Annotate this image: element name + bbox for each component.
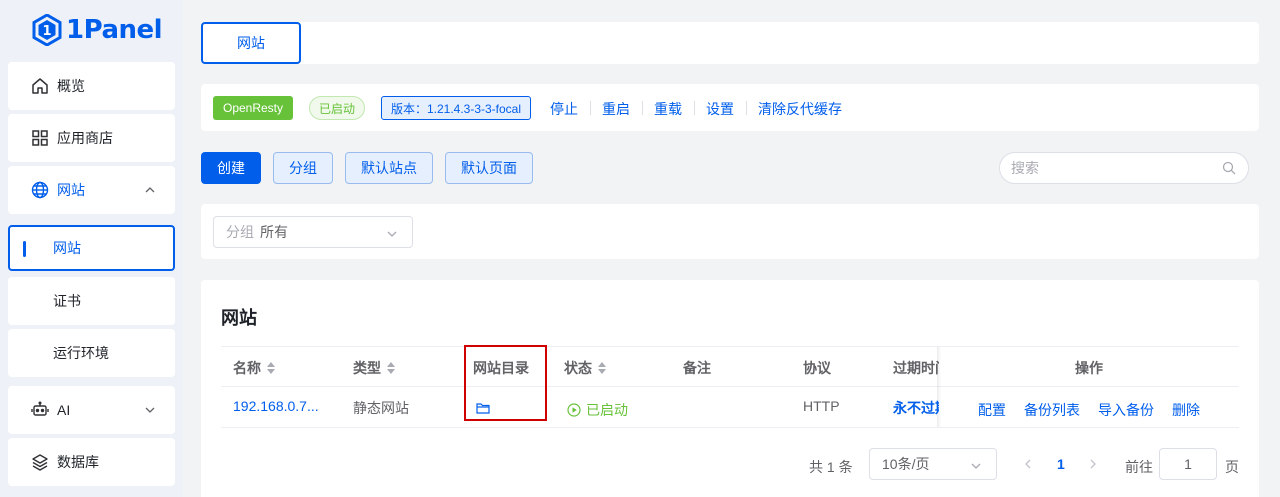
app-tag: OpenResty: [213, 96, 293, 120]
site-status[interactable]: 已启动: [567, 400, 628, 420]
version-tag: 版本：1.21.4.3-3-3-focal: [381, 96, 531, 120]
column-header-expire: 过期时间: [893, 360, 939, 376]
column-label: 类型: [353, 360, 381, 376]
chevron-down-icon: [386, 227, 398, 243]
goto-label: 前往: [1125, 459, 1153, 475]
active-indicator: [23, 241, 26, 257]
chevron-down-icon: [145, 402, 155, 418]
sidebar-item-label: 概览: [57, 78, 85, 94]
chevron-left-icon: [1025, 459, 1031, 469]
logo-icon: 1: [32, 14, 62, 46]
goto-page-input[interactable]: 1: [1159, 448, 1217, 480]
sidebar-item-label: 数据库: [57, 454, 99, 470]
sidebar-item-websites[interactable]: 网站: [8, 166, 175, 214]
site-type: 静态网站: [353, 400, 409, 416]
page-size-select[interactable]: 10条/页: [869, 448, 997, 480]
globe-icon: [31, 181, 49, 199]
divider: [221, 427, 1239, 428]
column-header-actions: 操作: [1075, 360, 1103, 376]
stop-button[interactable]: 停止: [550, 99, 578, 119]
reload-button[interactable]: 重载: [654, 99, 682, 119]
divider: [642, 101, 643, 115]
svg-text:1: 1: [42, 24, 51, 39]
divider: [590, 101, 591, 115]
import-backup-button[interactable]: 导入备份: [1098, 400, 1154, 420]
column-header-status[interactable]: 状态: [564, 358, 606, 378]
robot-icon: [31, 401, 49, 419]
sidebar: 1 1Panel 概览 应用商店 网站 网站 证书 运行环境 AI 数据库: [0, 0, 183, 497]
settings-button[interactable]: 设置: [706, 99, 734, 119]
sidebar-item-label: 证书: [53, 293, 81, 309]
default-site-button[interactable]: 默认站点: [345, 152, 433, 184]
divider: [221, 346, 1239, 347]
goto-suffix: 页: [1225, 459, 1239, 475]
sort-icon[interactable]: [387, 362, 395, 374]
column-header-name[interactable]: 名称: [233, 358, 275, 378]
search-input[interactable]: 搜索: [999, 152, 1249, 184]
search-icon[interactable]: [1222, 161, 1236, 178]
status-label: 已启动: [586, 402, 628, 418]
sidebar-item-ai[interactable]: AI: [8, 386, 175, 434]
highlight-box: [464, 345, 547, 421]
divider: [694, 101, 695, 115]
site-expire[interactable]: 永不过期: [893, 398, 939, 418]
restart-button[interactable]: 重启: [602, 99, 630, 119]
divider: [221, 386, 1239, 387]
app-logo[interactable]: 1 1Panel: [32, 14, 163, 46]
sidebar-item-database[interactable]: 数据库: [8, 438, 175, 486]
sidebar-item-label: AI: [57, 402, 71, 418]
group-filter-label: 分组: [226, 224, 254, 240]
clear-proxy-cache-button[interactable]: 清除反代缓存: [758, 99, 842, 119]
sidebar-item-app-store[interactable]: 应用商店: [8, 114, 175, 162]
delete-button[interactable]: 删除: [1172, 400, 1200, 420]
grid-icon: [31, 129, 49, 147]
backup-list-button[interactable]: 备份列表: [1024, 400, 1080, 420]
chevron-down-icon: [970, 459, 982, 475]
tab-bar: [201, 22, 1259, 64]
column-label: 状态: [564, 360, 592, 376]
sidebar-item-website[interactable]: 网站: [8, 225, 175, 271]
column-label: 名称: [233, 360, 261, 376]
search-placeholder: 搜索: [1011, 160, 1039, 176]
app-name: 1Panel: [66, 15, 163, 45]
sort-icon[interactable]: [267, 362, 275, 374]
sidebar-item-certificate[interactable]: 证书: [8, 277, 175, 325]
site-name-link[interactable]: 192.168.0.7...: [233, 398, 319, 414]
layers-icon: [31, 453, 49, 471]
status-badge: 已启动: [309, 96, 365, 120]
chevron-up-icon: [145, 182, 155, 198]
website-table-card: [201, 280, 1259, 497]
prev-page-button[interactable]: [1023, 457, 1033, 473]
current-page[interactable]: 1: [1057, 456, 1065, 472]
config-button[interactable]: 配置: [978, 400, 1006, 420]
group-button[interactable]: 分组: [273, 152, 333, 184]
group-filter-select[interactable]: 分组 所有: [213, 216, 413, 248]
sidebar-item-label: 网站: [57, 182, 85, 198]
sidebar-item-label: 应用商店: [57, 130, 113, 146]
pagination-total: 共 1 条: [809, 459, 853, 475]
table-title: 网站: [221, 308, 257, 328]
sidebar-item-overview[interactable]: 概览: [8, 62, 175, 110]
sidebar-item-label: 运行环境: [53, 345, 109, 361]
column-header-protocol: 协议: [803, 360, 831, 376]
next-page-button[interactable]: [1088, 457, 1098, 473]
home-icon: [31, 77, 49, 95]
page-size-value: 10条/页: [882, 456, 930, 472]
site-protocol: HTTP: [803, 398, 840, 414]
sidebar-item-runtime[interactable]: 运行环境: [8, 329, 175, 377]
divider: [746, 101, 747, 115]
chevron-right-icon: [1090, 459, 1096, 469]
column-header-type[interactable]: 类型: [353, 358, 395, 378]
play-circle-icon: [567, 403, 581, 417]
tab-websites[interactable]: 网站: [201, 22, 301, 64]
column-header-remark: 备注: [683, 360, 711, 376]
default-page-button[interactable]: 默认页面: [445, 152, 533, 184]
group-filter-value: 所有: [260, 224, 288, 240]
sort-icon[interactable]: [598, 362, 606, 374]
create-button[interactable]: 创建: [201, 152, 261, 184]
sidebar-item-label: 网站: [53, 240, 81, 256]
